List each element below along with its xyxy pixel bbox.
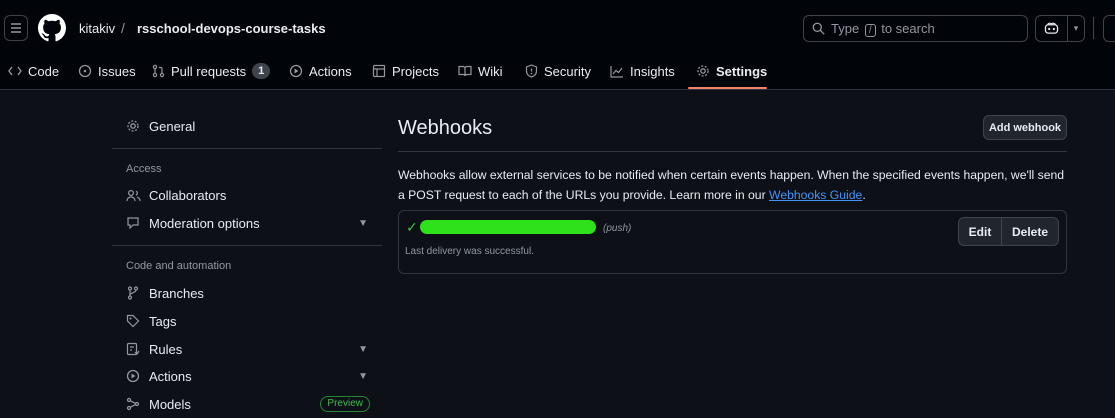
hamburger-menu-button[interactable] xyxy=(4,15,28,41)
sidebar-item-general[interactable]: General xyxy=(112,112,382,140)
tab-label: Settings xyxy=(716,63,768,79)
sidebar-divider xyxy=(112,245,382,246)
code-icon xyxy=(8,65,22,77)
sidebar-item-label: General xyxy=(149,118,196,134)
sidebar-item-label: Moderation options xyxy=(149,215,260,231)
tab-wiki[interactable]: Wiki xyxy=(458,52,503,90)
sidebar-item-label: Branches xyxy=(149,285,204,301)
page-title: Webhooks xyxy=(398,117,493,139)
webhook-events: (push) xyxy=(603,223,632,234)
pull-request-counter: 1 xyxy=(252,63,271,79)
model-icon xyxy=(125,397,141,411)
sidebar-item-label: Rules xyxy=(149,341,183,357)
header-edge-button[interactable] xyxy=(1103,15,1115,42)
sidebar-item-actions[interactable]: Actions ▼ xyxy=(112,362,382,390)
sidebar-item-rules[interactable]: Rules ▼ xyxy=(112,335,382,363)
shield-icon xyxy=(525,64,538,78)
delete-webhook-button[interactable]: Delete xyxy=(1002,218,1058,245)
sidebar-item-label: Tags xyxy=(149,313,177,329)
gear-icon xyxy=(696,64,710,78)
table-icon xyxy=(372,64,386,78)
tab-label: Security xyxy=(544,63,591,79)
header-divider xyxy=(1093,17,1094,39)
book-icon xyxy=(458,65,472,77)
title-divider xyxy=(398,151,1067,152)
tab-label: Insights xyxy=(630,63,675,79)
sidebar-item-label: Collaborators xyxy=(149,187,227,203)
sidebar-divider xyxy=(112,148,382,149)
search-icon xyxy=(812,22,825,35)
breadcrumb-separator: / xyxy=(121,20,125,36)
chevron-down-icon[interactable]: ▼ xyxy=(358,344,368,355)
copilot-button[interactable]: ▾ xyxy=(1035,15,1085,42)
issue-icon xyxy=(78,64,92,78)
repo-name-link[interactable]: rsschool-devops-course-tasks xyxy=(137,21,326,36)
sidebar-item-collaborators[interactable]: Collaborators xyxy=(112,181,382,209)
redacted-webhook-url[interactable] xyxy=(420,220,596,234)
sidebar-item-models[interactable]: Models Preview xyxy=(112,390,382,418)
sidebar-item-branches[interactable]: Branches xyxy=(112,279,382,307)
sidebar-heading-code: Code and automation xyxy=(126,260,232,272)
search-shortcut-key: / xyxy=(864,23,876,37)
search-input[interactable]: Type / to search xyxy=(803,15,1028,42)
pull-request-icon xyxy=(152,64,165,78)
tab-issues[interactable]: Issues xyxy=(78,52,136,90)
tag-icon xyxy=(125,314,141,328)
people-icon xyxy=(125,189,141,202)
gear-icon xyxy=(125,119,141,133)
check-icon: ✓ xyxy=(406,219,418,235)
search-placeholder: Type / to search xyxy=(831,20,935,37)
chevron-down-icon[interactable]: ▼ xyxy=(358,371,368,382)
tab-label: Actions xyxy=(309,63,352,79)
tab-actions[interactable]: Actions xyxy=(289,52,352,90)
webhooks-guide-link[interactable]: Webhooks Guide xyxy=(769,188,862,202)
tab-settings[interactable]: Settings xyxy=(696,52,767,90)
edit-webhook-button[interactable]: Edit xyxy=(959,218,1002,245)
tab-security[interactable]: Security xyxy=(525,52,591,90)
play-icon xyxy=(289,64,303,78)
chevron-down-icon[interactable]: ▾ xyxy=(1068,23,1084,34)
rules-icon xyxy=(125,342,141,356)
sidebar-item-moderation[interactable]: Moderation options ▼ xyxy=(112,209,382,237)
repo-owner-link[interactable]: kitakiv xyxy=(79,21,115,36)
tab-label: Wiki xyxy=(478,63,503,79)
chevron-down-icon[interactable]: ▼ xyxy=(358,218,368,229)
copilot-icon[interactable] xyxy=(1036,16,1068,41)
tab-pull-requests[interactable]: Pull requests 1 xyxy=(152,52,271,90)
tab-label: Projects xyxy=(392,63,439,79)
tab-code[interactable]: Code xyxy=(8,52,59,90)
webhooks-description: Webhooks allow external services to be n… xyxy=(398,168,1065,202)
active-tab-indicator xyxy=(688,87,767,89)
sidebar-item-tags[interactable]: Tags xyxy=(112,307,382,335)
branch-icon xyxy=(125,286,141,300)
preview-badge: Preview xyxy=(320,396,370,412)
sidebar-item-label: Models xyxy=(149,396,191,412)
webhook-actions: Edit Delete xyxy=(958,217,1059,246)
graph-icon xyxy=(610,65,624,78)
tab-insights[interactable]: Insights xyxy=(610,52,675,90)
tab-label: Pull requests xyxy=(171,63,247,79)
tab-projects[interactable]: Projects xyxy=(372,52,439,90)
play-icon xyxy=(125,369,141,383)
tab-label: Code xyxy=(28,63,60,79)
delivery-status: Last delivery was successful. xyxy=(405,246,534,257)
sidebar-item-label: Actions xyxy=(149,368,192,384)
tab-label: Issues xyxy=(98,63,136,79)
github-logo-icon[interactable] xyxy=(38,14,66,42)
sidebar-heading-access: Access xyxy=(126,163,162,175)
hamburger-icon xyxy=(11,23,21,33)
add-webhook-button[interactable]: Add webhook xyxy=(983,115,1067,140)
comment-icon xyxy=(125,216,141,230)
